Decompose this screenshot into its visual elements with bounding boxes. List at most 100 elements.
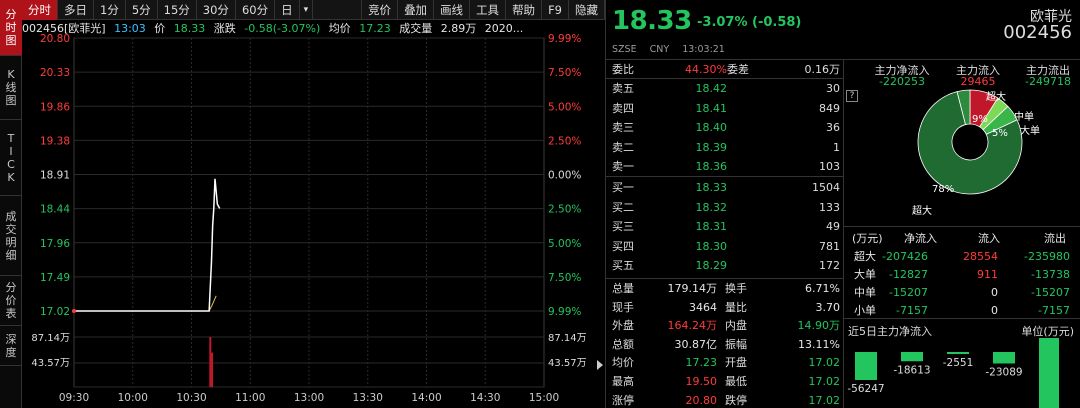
toolbar-button-8[interactable]: ▾ (300, 0, 314, 20)
bid-label: 买三 (612, 220, 634, 233)
toolbar-button-3[interactable]: 5分 (126, 0, 158, 20)
stat-label: 最高 (612, 375, 634, 388)
toolbar-button-2[interactable]: 1分 (94, 0, 126, 20)
stock-code: 002456 (1003, 22, 1072, 43)
bid-price: 18.32 (695, 200, 728, 214)
time-tick: 11:00 (235, 392, 265, 404)
toolbar-button-11[interactable]: 叠加 (398, 0, 435, 20)
stat-value: 3.70 (815, 300, 841, 314)
info-date: 2020... (484, 22, 524, 35)
divider (843, 226, 1080, 227)
price-line (74, 178, 221, 312)
intraday-chart[interactable]: 20.80 9.99%20.33 7.50%19.86 5.00%19.38 2.50%… (22, 20, 605, 408)
time-tick: 09:30 (59, 392, 89, 404)
bid-label: 买五 (612, 259, 634, 272)
toolbar-button-9[interactable] (313, 0, 363, 20)
exchange: SZSE (612, 44, 637, 55)
pct-tick: 0.00% (548, 170, 581, 182)
flow-row-key: 大单 (854, 268, 876, 281)
ask-row: 卖五 18.42 30 (612, 79, 842, 99)
flow-row-in: 911 (977, 268, 998, 281)
ask-volume: 30 (826, 82, 840, 95)
vertical-tab-5[interactable]: 深度 (0, 326, 22, 366)
toolbar-button-14[interactable]: 帮助 (506, 0, 543, 20)
vertical-tab-char: 线 (5, 81, 17, 94)
flow-table-header-cell: 流入 (978, 232, 1000, 245)
stat-row: 现手 3464 量比 3.70 (612, 299, 842, 318)
divider (843, 318, 1080, 319)
stat-value: 164.24万 (667, 319, 718, 333)
price-tick: 17.02 (40, 306, 70, 318)
ratio-label: 委比 (612, 63, 634, 76)
toolbar-button-10[interactable]: 竞价 (362, 0, 399, 20)
bid-row: 买一 18.33 1504 (612, 178, 842, 198)
flow-row-key: 中单 (854, 286, 876, 299)
toolbar-button-5[interactable]: 30分 (197, 0, 236, 20)
bid-price: 18.30 (695, 239, 728, 253)
price-change: -3.07% (-0.58) (697, 15, 802, 30)
fund-flow-pie: 9%5%78%超大中单大单超大 (912, 89, 1040, 217)
bid-price: 18.31 (695, 220, 728, 233)
ask-price: 18.41 (695, 101, 728, 115)
five-day-bar (855, 352, 877, 380)
five-day-label: -23089 (985, 366, 1022, 378)
toolbar-button-1[interactable]: 多日 (58, 0, 94, 20)
bid-volume: 133 (819, 200, 840, 214)
time-tick: 13:00 (294, 392, 324, 404)
five-day-unit: 单位(万元) (1021, 325, 1074, 338)
stat-label: 量比 (725, 300, 747, 314)
stat-value: 20.80 (685, 393, 718, 407)
collapse-arrow-icon[interactable] (596, 360, 604, 370)
price-tick: 17.96 (40, 238, 70, 250)
vertical-tab-4[interactable]: 分价表 (0, 276, 22, 326)
toolbar-button-7[interactable]: 日 (275, 0, 300, 20)
vertical-tab-2[interactable]: TICK (0, 120, 22, 196)
flow-row-out: -15207 (1031, 286, 1070, 299)
pie-label-pct: 78% (932, 184, 954, 195)
stat-label: 外盘 (612, 319, 634, 333)
vertical-tab-char: 深 (5, 332, 17, 346)
last-price: 18.33 (612, 6, 692, 36)
stat-label: 总额 (612, 337, 634, 351)
toolbar-button-4[interactable]: 15分 (158, 0, 197, 20)
vertical-tab-1[interactable]: K线图 (0, 56, 22, 120)
five-day-label: -2551 (943, 357, 974, 369)
info-change: -0.58(-3.07%) (244, 22, 321, 35)
start-dot (72, 309, 76, 313)
five-day-bar-chart: -56247 -18613 -2551 -23089 (847, 338, 1059, 408)
bid-volume: 781 (819, 239, 840, 253)
pct-tick: 7.50% (548, 272, 581, 284)
order-ratio-row: 委比 44.30% 委差 0.16万 (612, 60, 842, 80)
exchange-line: SZSE CNY 13:03:21 (612, 44, 735, 55)
vertical-tab-char: 度 (5, 345, 17, 359)
ask-price: 18.40 (695, 121, 728, 134)
stat-row: 最高 19.50 最低 17.02 (612, 373, 842, 392)
stat-label: 振幅 (725, 337, 747, 351)
flow-table-header-cell: (万元) (852, 232, 883, 245)
toolbar-button-16[interactable]: 隐藏 (569, 0, 605, 20)
vertical-tab-0[interactable]: 分时图 (0, 0, 22, 56)
stat-label: 跌停 (725, 393, 747, 407)
pie-legend: 中单 (1014, 110, 1034, 123)
five-day-bar (947, 352, 969, 354)
ask-label: 卖一 (612, 160, 634, 173)
quote-time: 13:03:21 (682, 44, 725, 55)
chart-info-line: 002456[欧菲光] 13:03 价 18.33 涨跌 -0.58(-3.07… (22, 20, 605, 38)
pct-tick: 2.50% (548, 204, 581, 216)
vertical-tab-3[interactable]: 成交明细 (0, 196, 22, 276)
toolbar-button-6[interactable]: 60分 (236, 0, 276, 20)
info-vol: 2.89万 (440, 22, 477, 35)
bid-label: 买二 (612, 200, 634, 214)
toolbar-button-13[interactable]: 工具 (470, 0, 507, 20)
toolbar-button-15[interactable]: F9 (542, 0, 569, 20)
flow-row-net: -207426 (882, 250, 928, 263)
bid-volume: 49 (826, 220, 840, 233)
volume-tick: 43.57万 (31, 358, 70, 369)
bid-row: 买五 18.29 172 (612, 256, 842, 276)
stat-value: 30.87亿 (674, 337, 718, 351)
ask-price: 18.36 (695, 160, 728, 173)
toolbar-button-12[interactable]: 画线 (434, 0, 471, 20)
toolbar-button-0[interactable]: 分时 (22, 0, 58, 20)
bid-label: 买四 (612, 239, 634, 253)
volume-tick: 87.14万 (31, 333, 70, 344)
